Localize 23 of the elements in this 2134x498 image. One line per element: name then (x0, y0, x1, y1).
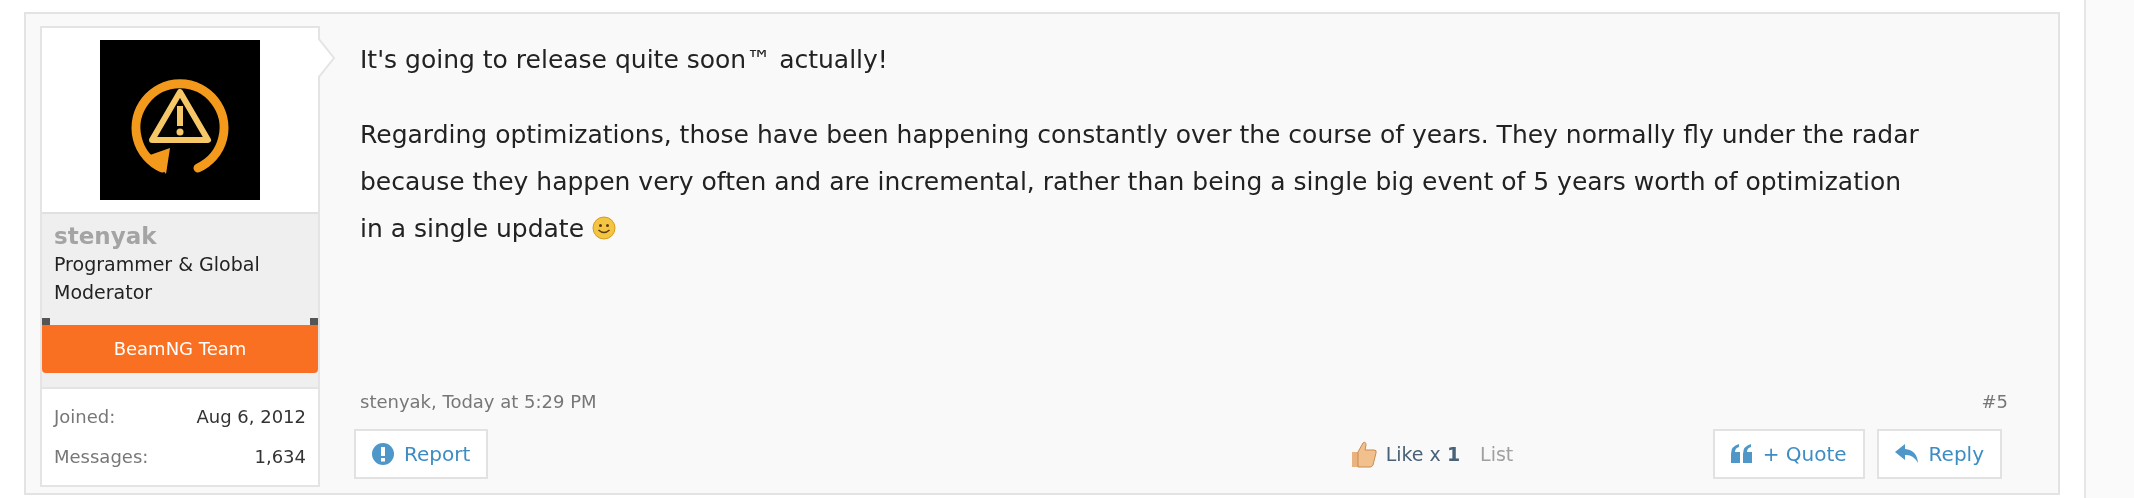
quote-icon (1730, 444, 1753, 464)
ribbon-fold (42, 318, 50, 325)
post-byline: stenyak, Today at 5:29 PM (360, 390, 597, 414)
user-title: Programmer & Global Moderator (54, 252, 261, 305)
likes-list-link[interactable]: List (1480, 439, 1514, 469)
team-banner: BeamNG Team (42, 325, 318, 373)
post-number[interactable]: #5 (1981, 388, 2008, 415)
message-paragraph: Regarding optimizations, those have been happening constantly over the course of years. They normally fly under the radar because they happen very often and are incremental, rather than being a single big event of 5 years worth of optimization in a single update (360, 119, 1920, 245)
stat-label: Joined: (54, 405, 116, 429)
smiley-icon (592, 216, 616, 240)
stat-value: 1,634 (254, 445, 306, 469)
message-paragraph: It's going to release quite soon™ actually! (360, 44, 889, 76)
reply-arrow-icon (1894, 444, 1919, 464)
exclamation-icon (372, 443, 394, 465)
stat-label: Messages: (54, 445, 149, 469)
username[interactable]: stenyak (54, 222, 306, 250)
warning-avatar-icon (100, 40, 260, 200)
report-button[interactable]: Report (354, 429, 489, 479)
quote-button[interactable]: + Quote (1712, 429, 1865, 479)
ribbon-fold (310, 318, 318, 325)
like-count: Like x 1 (1385, 441, 1461, 467)
stat-value: Aug 6, 2012 (196, 405, 306, 429)
reply-button[interactable]: Reply (1876, 429, 2002, 479)
